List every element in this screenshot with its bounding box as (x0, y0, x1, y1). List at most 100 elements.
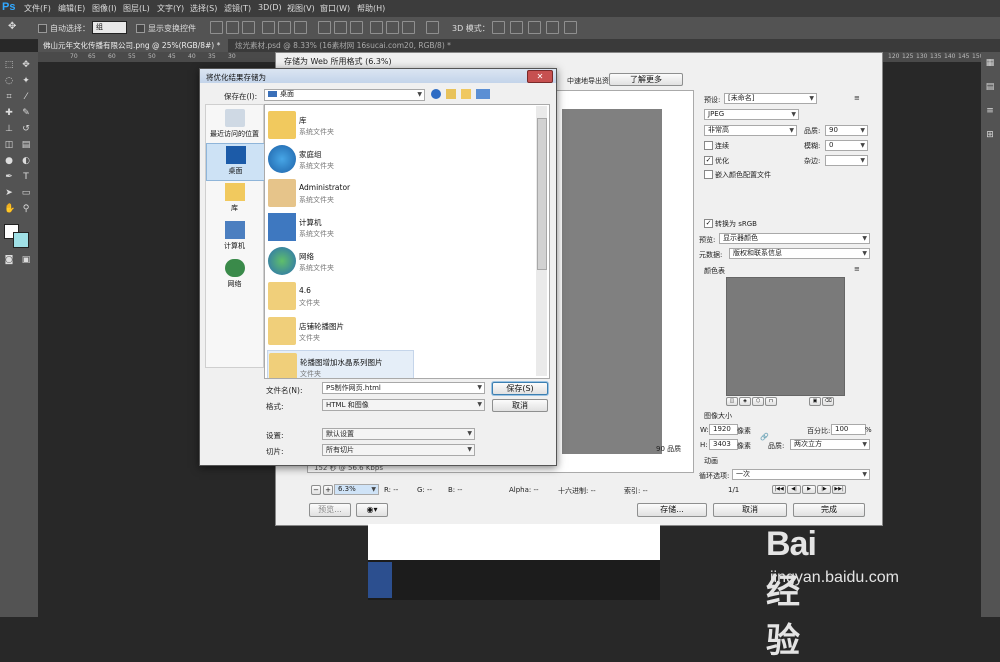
play-icon[interactable]: ▶ (802, 485, 816, 494)
new-color-icon[interactable]: ▣ (809, 397, 821, 406)
format-dropdown[interactable]: HTML 和图像 ▼ (322, 399, 485, 411)
preset-dropdown[interactable]: [未命名] ▼ (724, 93, 817, 104)
width-input[interactable]: 1920 (709, 424, 738, 435)
trash-icon[interactable]: ⌫ (822, 397, 834, 406)
menu-edit[interactable]: 编辑(E) (58, 3, 85, 14)
last-frame-icon[interactable]: ▶▶| (832, 485, 846, 494)
learn-more-button[interactable]: 了解更多 (609, 73, 683, 86)
list-item[interactable]: 网络 系统文件夹 (267, 245, 535, 278)
matte-dropdown[interactable]: ▼ (825, 155, 868, 166)
up-folder-icon[interactable] (446, 89, 456, 99)
marquee-tool-icon[interactable]: ⬚ (4, 60, 14, 70)
zoom-dropdown[interactable]: 6.3% ▼ (334, 484, 379, 495)
next-frame-icon[interactable]: |▶ (817, 485, 831, 494)
store-button[interactable]: 存储... (637, 503, 707, 517)
place-desktop[interactable]: 桌面 (206, 143, 265, 181)
gradient-tool-icon[interactable]: ▤ (21, 140, 31, 150)
eraser-tool-icon[interactable]: ◫ (4, 140, 14, 150)
map-icon[interactable]: ◫ (726, 397, 738, 406)
align-bottom-icon[interactable] (242, 21, 255, 34)
quick-mask-icon[interactable]: ◙ (4, 255, 14, 265)
save-button[interactable]: 保存(S) (492, 382, 548, 395)
eyedropper-tool-icon[interactable]: ⁄ (21, 92, 31, 102)
path-select-tool-icon[interactable]: ➤ (4, 188, 14, 198)
panel-icon[interactable]: ⊞ (985, 130, 995, 140)
list-item[interactable]: 店铺轮播图片 文件夹 (267, 315, 535, 348)
link-icon[interactable]: 🔗 (760, 433, 769, 441)
distribute-top-icon[interactable] (318, 21, 331, 34)
panel-icon[interactable]: ≡ (985, 106, 995, 116)
move-tool-icon[interactable]: ✥ (8, 21, 16, 32)
preview-dropdown[interactable]: 显示器颜色 ▼ (719, 233, 870, 244)
auto-select-checkbox[interactable] (38, 24, 47, 33)
prev-frame-icon[interactable]: ◀| (787, 485, 801, 494)
menu-select[interactable]: 选择(S) (190, 3, 217, 14)
rectangle-tool-icon[interactable]: ▭ (21, 188, 31, 198)
3d-rotate-icon[interactable] (492, 21, 505, 34)
3d-slide-icon[interactable] (546, 21, 559, 34)
dodge-tool-icon[interactable]: ◐ (21, 156, 31, 166)
height-input[interactable]: 3403 (709, 439, 738, 450)
transparent-icon[interactable]: ◈ (739, 397, 751, 406)
progressive-checkbox[interactable] (704, 141, 713, 150)
distribute-bottom-icon[interactable] (350, 21, 363, 34)
menu-filter[interactable]: 滤镜(T) (224, 3, 251, 14)
list-item[interactable]: 轮播图增加水晶系列图片 文件夹 (267, 350, 414, 378)
menu-window[interactable]: 窗口(W) (320, 3, 350, 14)
align-right-icon[interactable] (294, 21, 307, 34)
menu-3d[interactable]: 3D(D) (258, 3, 282, 12)
healing-brush-tool-icon[interactable]: ✚ (4, 108, 14, 118)
new-folder-icon[interactable] (461, 89, 471, 99)
optimized-checkbox[interactable]: ✓ (704, 156, 713, 165)
place-network[interactable]: 网络 (206, 259, 263, 289)
format-dropdown[interactable]: JPEG ▼ (704, 109, 799, 120)
zoom-out-button[interactable]: − (311, 485, 321, 495)
align-left-icon[interactable] (262, 21, 275, 34)
place-recent[interactable]: 最近访问的位置 (206, 109, 263, 139)
menu-help[interactable]: 帮助(H) (357, 3, 385, 14)
zoom-in-button[interactable]: + (323, 485, 333, 495)
blur-tool-icon[interactable]: ● (4, 156, 14, 166)
menu-type[interactable]: 文字(Y) (157, 3, 184, 14)
tab-document-1[interactable]: 佛山元年文化传播有限公司.png @ 25%(RGB/8#) * (38, 39, 228, 52)
clone-stamp-tool-icon[interactable]: ⊥ (4, 124, 14, 134)
menu-file[interactable]: 文件(F) (24, 3, 51, 14)
slices-dropdown[interactable]: 所有切片 ▼ (322, 444, 475, 456)
panel-icon[interactable]: ▦ (985, 58, 995, 68)
quality-input[interactable]: 90 ▼ (825, 125, 868, 136)
list-item[interactable]: 库系统文件夹 (267, 109, 535, 142)
crop-tool-icon[interactable]: ⌗ (4, 92, 14, 102)
settings-dropdown[interactable]: 默认设置 ▼ (322, 428, 475, 440)
back-icon[interactable] (431, 89, 441, 99)
magic-wand-tool-icon[interactable]: ✦ (21, 76, 31, 86)
web-snap-icon[interactable]: ⬡ (752, 397, 764, 406)
list-item[interactable]: 计算机 系统文件夹 (267, 211, 535, 244)
percent-input[interactable]: 100 (831, 424, 866, 435)
first-frame-icon[interactable]: |◀◀ (772, 485, 786, 494)
pen-tool-icon[interactable]: ✒ (4, 172, 14, 182)
type-tool-icon[interactable]: T (21, 172, 31, 182)
auto-align-icon[interactable] (426, 21, 439, 34)
align-hcenter-icon[interactable] (278, 21, 291, 34)
metadata-dropdown[interactable]: 版权和联系信息 ▼ (729, 248, 870, 259)
place-computer[interactable]: 计算机 (206, 221, 263, 251)
browser-preview-button[interactable]: ◉▾ (356, 503, 388, 517)
3d-pan-icon[interactable] (528, 21, 541, 34)
scrollbar-thumb[interactable] (537, 118, 547, 270)
move-tool-icon[interactable]: ✥ (21, 60, 31, 70)
menu-image[interactable]: 图像(I) (92, 3, 117, 14)
distribute-hcenter-icon[interactable] (386, 21, 399, 34)
quality-preset-dropdown[interactable]: 非常高 ▼ (704, 125, 797, 136)
loop-dropdown[interactable]: 一次 ▼ (732, 469, 870, 480)
sfw-cancel-button[interactable]: 取消 (713, 503, 787, 517)
3d-roll-icon[interactable] (510, 21, 523, 34)
close-icon[interactable]: ✕ (527, 70, 553, 83)
background-color-swatch[interactable] (13, 232, 29, 248)
auto-select-dropdown[interactable]: 组 (92, 21, 127, 34)
brush-tool-icon[interactable]: ✎ (21, 108, 31, 118)
align-vcenter-icon[interactable] (226, 21, 239, 34)
filename-input[interactable]: PS制作网页.html ▼ (322, 382, 485, 394)
list-item[interactable]: 家庭组 系统文件夹 (267, 143, 535, 176)
panel-menu-icon[interactable]: ≡ (854, 265, 860, 273)
history-brush-tool-icon[interactable]: ↺ (21, 124, 31, 134)
